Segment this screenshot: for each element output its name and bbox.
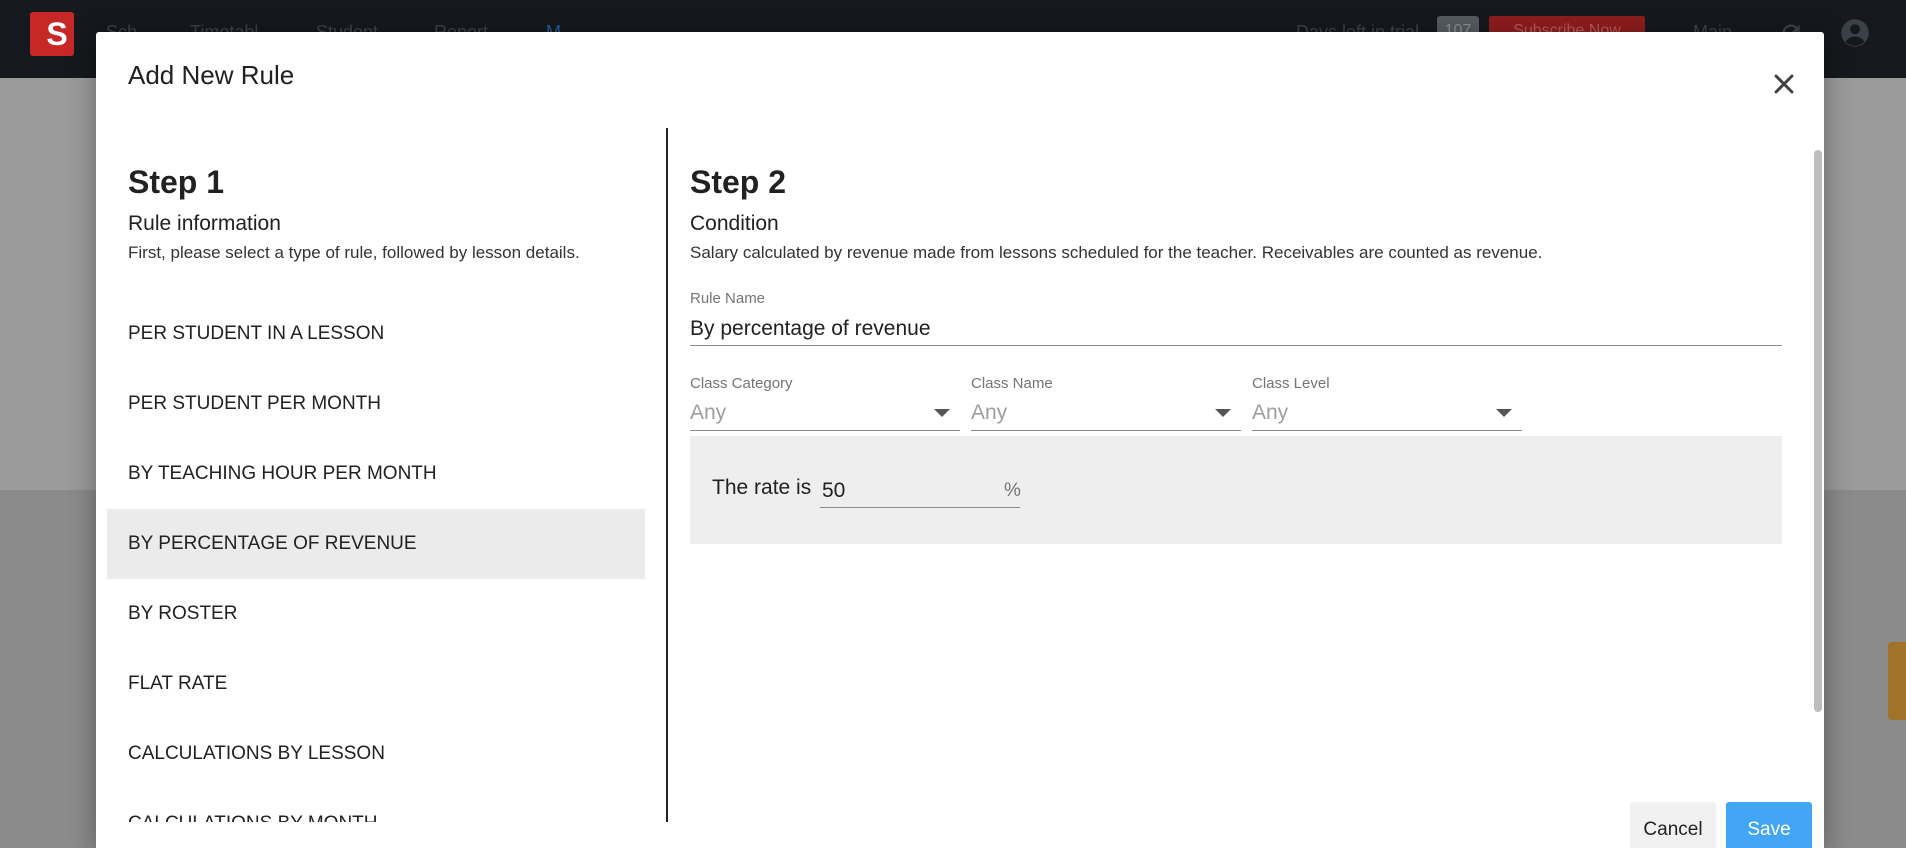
rule-type-by-percentage-of-revenue[interactable]: BY PERCENTAGE OF REVENUE: [107, 509, 645, 579]
scrollbar-thumb[interactable]: [1814, 150, 1822, 712]
account-circle-icon: [1841, 19, 1869, 47]
rule-type-by-teaching-hour-per-month[interactable]: BY TEACHING HOUR PER MONTH: [107, 439, 645, 509]
rate-label: The rate is: [712, 476, 812, 499]
class-category-value: Any: [690, 401, 727, 424]
caret-down-icon: [1215, 409, 1231, 417]
class-name-dropdown[interactable]: Any: [971, 397, 1241, 431]
step2-heading: Step 2: [690, 164, 787, 200]
class-category-dropdown[interactable]: Any: [690, 397, 960, 431]
class-name-value: Any: [971, 401, 1008, 424]
rule-type-calculations-by-lesson[interactable]: CALCULATIONS BY LESSON: [107, 719, 645, 789]
step1-panel: Step 1 Rule information First, please se…: [96, 128, 666, 822]
rate-panel: The rate is %: [690, 436, 1782, 544]
caret-down-icon: [1496, 409, 1512, 417]
class-level-dropdown[interactable]: Any: [1252, 397, 1522, 431]
dialog-title: Add New Rule: [128, 60, 295, 90]
step1-heading: Step 1: [128, 164, 225, 200]
close-button[interactable]: [1768, 68, 1800, 100]
class-name-select[interactable]: Class Name Any: [971, 375, 1241, 431]
rule-name-label: Rule Name: [690, 290, 766, 307]
step2-description: Salary calculated by revenue made from l…: [690, 243, 1543, 262]
rule-type-flat-rate[interactable]: FLAT RATE: [107, 649, 645, 719]
step2-subheading: Condition: [690, 212, 779, 235]
class-category-label: Class Category: [690, 375, 793, 392]
cancel-button[interactable]: Cancel: [1630, 802, 1716, 848]
class-category-select[interactable]: Class Category Any: [690, 375, 960, 431]
step1-description: First, please select a type of rule, fol…: [128, 243, 580, 262]
rule-type-per-student-per-month[interactable]: PER STUDENT PER MONTH: [107, 369, 645, 439]
save-button[interactable]: Save: [1726, 802, 1812, 848]
rule-type-by-roster[interactable]: BY ROSTER: [107, 579, 645, 649]
support-tab: [1888, 642, 1906, 720]
class-level-select[interactable]: Class Level Any: [1252, 375, 1522, 431]
class-name-label: Class Name: [971, 375, 1053, 392]
dialog-scrollbar[interactable]: [1812, 120, 1824, 848]
caret-down-icon: [934, 409, 950, 417]
rule-name-input[interactable]: [690, 312, 1782, 346]
class-level-label: Class Level: [1252, 375, 1330, 392]
close-icon: [1774, 74, 1794, 94]
class-level-value: Any: [1252, 401, 1289, 424]
step1-subheading: Rule information: [128, 212, 281, 235]
schoolbox-logo-icon: S: [30, 12, 74, 56]
rate-unit: %: [1004, 480, 1021, 501]
rule-type-calculations-by-month[interactable]: CALCULATIONS BY MONTH: [107, 789, 645, 822]
rate-input[interactable]: [820, 474, 1020, 508]
rule-type-per-student-in-a-lesson[interactable]: PER STUDENT IN A LESSON: [107, 299, 645, 369]
add-rule-dialog: Add New Rule Step 1 Rule information Fir…: [96, 32, 1824, 848]
step-divider: [666, 128, 668, 822]
